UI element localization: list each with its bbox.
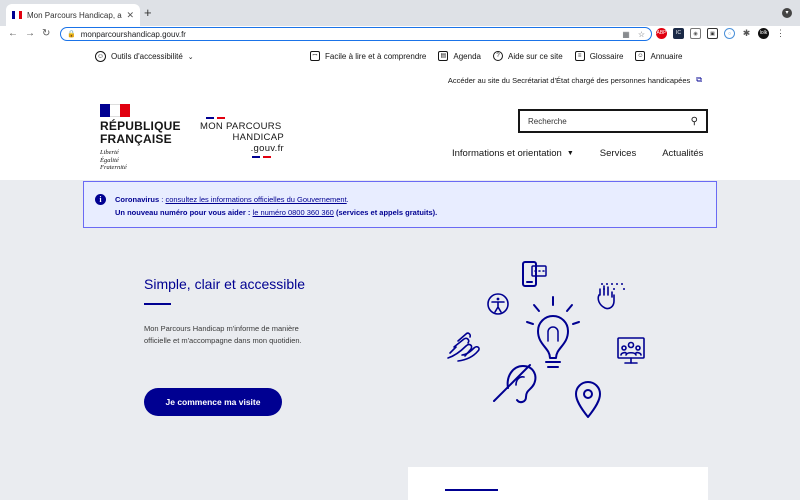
- info-icon: i: [95, 194, 106, 205]
- site-header: ☺ Outils d'accessibilité ⌄ ꟷ Facile à li…: [0, 42, 800, 180]
- tab-search-icon[interactable]: ▾: [782, 8, 792, 18]
- tab-title: Mon Parcours Handicap, au se: [27, 10, 122, 20]
- notice-line2: Un nouveau numéro pour vous aider : le n…: [115, 206, 716, 219]
- nav-item-actualites[interactable]: Actualités: [662, 148, 703, 159]
- directory-icon: ☺: [635, 51, 646, 61]
- puzzle-extensions-icon[interactable]: ✱: [741, 28, 752, 39]
- address-bar[interactable]: 🔒 monparcourshandicap.gouv.fr ▦ ☆: [60, 27, 652, 41]
- accessibility-illustration: [447, 261, 645, 418]
- browser-tab-bar: Mon Parcours Handicap, au se ✕ + ▾: [0, 0, 800, 26]
- service-name-line3: .gouv.fr: [250, 143, 284, 154]
- notice-end: .: [346, 195, 349, 204]
- new-tab-button[interactable]: +: [144, 5, 152, 20]
- logo-dash-top: [206, 117, 246, 119]
- phone-number-link[interactable]: le numéro 0800 360 360: [253, 208, 334, 217]
- circle-extension-icon[interactable]: ○: [724, 28, 735, 39]
- help-icon: ?: [492, 51, 503, 61]
- notice-line2-end: (services et appels gratuits).: [333, 208, 438, 217]
- notice-bold: Coronavirus: [115, 195, 160, 204]
- start-visit-button[interactable]: Je commence ma visite: [144, 388, 282, 416]
- location-pin-icon: [575, 381, 601, 418]
- utility-links: ꟷ Facile à lire et à comprendre ▤ Agenda…: [310, 51, 683, 61]
- gouvernement-info-link[interactable]: consultez les informations officielles d…: [165, 195, 346, 204]
- nav-item-informations[interactable]: Informations et orientation ▼: [452, 148, 574, 159]
- util-link-agenda[interactable]: ▤ Agenda: [438, 51, 481, 61]
- util-link-glossary[interactable]: ≡ Glossaire: [574, 51, 624, 61]
- extension-icon[interactable]: IC: [673, 28, 684, 39]
- adblock-extension-icon[interactable]: ABP: [656, 28, 667, 39]
- covid-notice: i Coronavirus : consultez les informatio…: [83, 181, 717, 228]
- hero-divider: [144, 303, 171, 305]
- nav-item-services[interactable]: Services: [600, 148, 636, 159]
- util-link-easy-read[interactable]: ꟷ Facile à lire et à comprendre: [310, 51, 426, 61]
- main-nav: Informations et orientation ▼ Services A…: [452, 148, 703, 159]
- util-link-help[interactable]: ? Aide sur ce site: [492, 51, 563, 61]
- utility-bar: ☺ Outils d'accessibilité ⌄ ꟷ Facile à li…: [0, 42, 800, 70]
- accessibility-person-icon: [487, 293, 509, 315]
- lock-icon: 🔒: [67, 31, 76, 38]
- camera-extension-icon[interactable]: ◉: [690, 28, 701, 39]
- content-card: [408, 467, 708, 500]
- search-icon[interactable]: ⚲: [691, 116, 698, 127]
- browser-menu-icon[interactable]: ⋮: [775, 28, 786, 39]
- accessibility-tools-button[interactable]: ☺ Outils d'accessibilité ⌄: [95, 51, 194, 62]
- notice-line1: Coronavirus : consultez les informations…: [115, 193, 716, 206]
- logo-dash-bottom: [252, 156, 292, 158]
- external-link-icon: ⧉: [696, 75, 702, 84]
- browser-tab[interactable]: Mon Parcours Handicap, au se ✕: [6, 4, 140, 26]
- nav-item-label: Informations et orientation: [452, 148, 562, 159]
- lightbulb-icon: [526, 296, 580, 368]
- phone-chat-icon: [522, 261, 547, 287]
- search-input[interactable]: [528, 116, 691, 126]
- back-icon[interactable]: ←: [8, 26, 18, 42]
- motto-liberte: Liberté: [100, 149, 119, 156]
- reload-icon[interactable]: ↻: [42, 26, 50, 42]
- rf-motto: Liberté Égalité Fraternité: [100, 149, 181, 172]
- marianne-icon: [100, 104, 130, 117]
- video-conference-icon: [617, 337, 645, 364]
- republique-francaise-logo[interactable]: RÉPUBLIQUE FRANÇAISE Liberté Égalité Fra…: [100, 104, 181, 172]
- url-text[interactable]: monparcourshandicap.gouv.fr: [81, 30, 615, 39]
- accessibility-tools-label: Outils d'accessibilité: [111, 52, 183, 61]
- bookmark-star-icon[interactable]: ☆: [638, 30, 645, 39]
- qr-code-icon[interactable]: ▦: [622, 30, 630, 39]
- notice-line2-text: Un nouveau numéro pour vous aider :: [115, 208, 253, 217]
- motto-fraternite: Fraternité: [100, 164, 127, 171]
- favicon-icon: [12, 11, 22, 19]
- util-link-label: Facile à lire et à comprendre: [325, 51, 427, 61]
- util-link-label: Aide sur ce site: [507, 51, 563, 61]
- extensions-area: ABP IC ◉ ▣ ○ ✱ lolk ⋮: [656, 28, 786, 39]
- braille-hand-icon: [597, 283, 625, 310]
- search-box: ⚲: [518, 109, 708, 133]
- util-link-label: Agenda: [453, 51, 481, 61]
- util-link-label: Glossaire: [589, 51, 624, 61]
- hero-text: Mon Parcours Handicap m'informe de maniè…: [144, 324, 302, 345]
- easy-read-icon: ꟷ: [310, 51, 320, 61]
- tab-close-icon[interactable]: ✕: [126, 10, 134, 21]
- screenshot-extension-icon[interactable]: ▣: [707, 28, 718, 39]
- service-logo[interactable]: MON PARCOURS HANDICAP .gouv.fr: [200, 117, 290, 158]
- calendar-icon: ▤: [438, 51, 449, 61]
- browser-toolbar: ← → ↻ 🔒 monparcourshandicap.gouv.fr ▦ ☆ …: [0, 26, 800, 42]
- sign-language-icon: [447, 332, 480, 362]
- secretariat-link-label: Accéder au site du Secrétariat d'État ch…: [447, 75, 691, 85]
- nav-item-label: Services: [599, 148, 637, 159]
- service-name-line2: HANDICAP: [232, 132, 284, 143]
- accessibility-icon: ☺: [95, 51, 106, 62]
- chevron-down-icon: ▼: [566, 150, 574, 157]
- service-name-line1: MON PARCOURS: [200, 121, 282, 132]
- util-link-directory[interactable]: ☺ Annuaire: [635, 51, 683, 61]
- hearing-loop-icon: [493, 364, 537, 404]
- chevron-down-icon: ⌄: [187, 53, 194, 61]
- forward-icon[interactable]: →: [25, 26, 35, 42]
- book-icon: ≡: [574, 51, 585, 61]
- rf-name-line2: FRANÇAISE: [100, 132, 172, 146]
- hero-title: Simple, clair et accessible: [144, 276, 306, 292]
- card-divider: [445, 489, 498, 491]
- motto-egalite: Égalité: [100, 156, 119, 164]
- nav-item-label: Actualités: [662, 148, 704, 159]
- util-link-label: Annuaire: [650, 51, 683, 61]
- secretariat-link[interactable]: Accéder au site du Secrétariat d'État ch…: [448, 75, 702, 85]
- profile-avatar[interactable]: lolk: [758, 28, 769, 39]
